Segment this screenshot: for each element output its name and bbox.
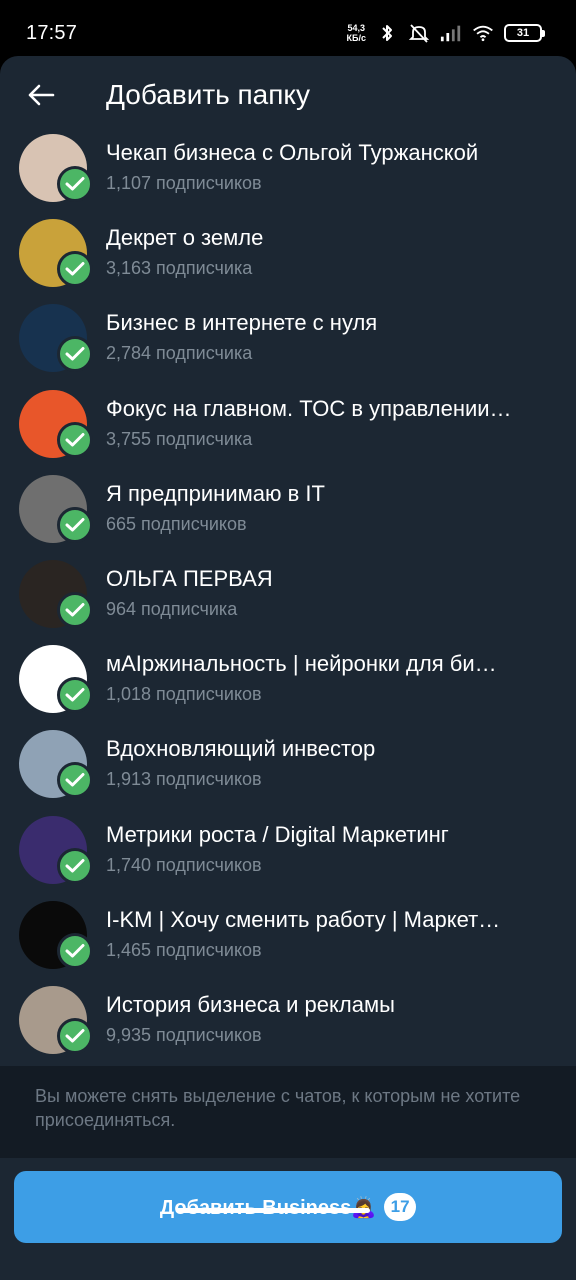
channel-row[interactable]: Вдохновляющий инвестор 1,913 подписчиков bbox=[0, 730, 576, 815]
channel-subscribers: 1,107 подписчиков bbox=[106, 173, 262, 193]
channel-subscribers: 1,913 подписчиков bbox=[106, 769, 262, 790]
checkmark-icon bbox=[57, 762, 93, 799]
checkmark-icon bbox=[57, 336, 93, 373]
channel-name: Фокус на главном. TOC в управлении… bbox=[106, 395, 512, 421]
channel-name: ОЛЬГА ПЕРВАЯ bbox=[106, 565, 273, 591]
back-button[interactable] bbox=[20, 74, 62, 116]
channel-name: Чекап бизнеса с Ольгой Туржанской bbox=[106, 140, 479, 165]
wifi-icon bbox=[472, 22, 494, 44]
channel-row[interactable]: Метрики роста / Digital Маркетинг 1,740 п… bbox=[0, 815, 576, 901]
checkmark-icon bbox=[57, 251, 93, 288]
header: Добавить папку bbox=[0, 56, 576, 134]
checkmark-icon bbox=[57, 166, 93, 202]
channel-subscribers: 665 подписчиков bbox=[106, 513, 247, 534]
page-title: Добавить папку bbox=[106, 79, 310, 110]
add-folder-button[interactable]: Добавить Business🙇‍♀️ 17 bbox=[14, 1171, 562, 1243]
checkmark-icon bbox=[57, 677, 93, 714]
channel-row[interactable]: История бизнеса и рекламы 9,935 подписчик… bbox=[0, 985, 576, 1071]
channel-subscribers: 2,784 подписчика bbox=[106, 343, 253, 364]
checkmark-icon bbox=[57, 591, 93, 628]
network-speed-unit: КБ/с bbox=[346, 33, 366, 43]
channel-subscribers: 3,163 подписчика bbox=[106, 258, 253, 279]
checkmark-icon bbox=[57, 506, 93, 543]
arrow-left-icon bbox=[28, 84, 55, 106]
signal-icon bbox=[440, 22, 462, 44]
mute-icon bbox=[408, 22, 430, 44]
hint-text: Вы можете снять выделение с чатов, к кот… bbox=[35, 1086, 521, 1130]
channel-row[interactable]: Фокус на главном. TOC в управлении… 3,755… bbox=[0, 389, 576, 475]
bottom-bar: Добавить Business🙇‍♀️ 17 bbox=[0, 1158, 576, 1280]
selected-count-badge: 17 bbox=[384, 1193, 417, 1221]
checkmark-icon bbox=[57, 421, 93, 458]
channel-row[interactable]: ОЛЬГА ПЕРВАЯ 964 подписчика bbox=[0, 559, 576, 645]
channel-row[interactable]: I-KM | Хочу сменить работу | Маркет… 1,46… bbox=[0, 900, 576, 986]
channel-name: мAIржинальность | нейронки для би… bbox=[106, 651, 497, 677]
checkmark-icon bbox=[57, 1017, 93, 1054]
bluetooth-icon bbox=[376, 22, 398, 44]
home-indicator[interactable] bbox=[176, 1208, 370, 1213]
channel-row[interactable]: Чекап бизнеса с Ольгой Туржанской 1,107 п… bbox=[0, 134, 576, 219]
channel-name: Бизнес в интернете с нуля bbox=[106, 310, 378, 336]
channel-name: История бизнеса и рекламы bbox=[106, 991, 395, 1017]
status-bar: 17:57 54,3 КБ/с 31 bbox=[0, 0, 576, 56]
status-time: 17:57 bbox=[26, 22, 78, 44]
channel-row[interactable]: Я предпринимаю в IT 665 подписчиков bbox=[0, 474, 576, 560]
battery-icon: 31 bbox=[504, 24, 545, 42]
channel-subscribers: 3,755 подписчика bbox=[106, 428, 253, 449]
add-folder-sheet: Добавить папку Чекап бизнеса с Ольгой Ту… bbox=[0, 56, 576, 1280]
hint-area: Вы можете снять выделение с чатов, к кот… bbox=[0, 1066, 576, 1158]
channel-row[interactable]: мAIржинальность | нейронки для би… 1,018 … bbox=[0, 645, 576, 730]
channel-subscribers: 1,465 подписчиков bbox=[106, 939, 262, 960]
channel-row[interactable]: Декрет о земле 3,163 подписчика bbox=[0, 219, 576, 304]
channel-name: Я предпринимаю в IT bbox=[106, 480, 325, 506]
checkmark-icon bbox=[57, 847, 93, 884]
channel-subscribers: 9,935 подписчиков bbox=[106, 1024, 262, 1045]
channel-subscribers: 1,740 подписчиков bbox=[106, 854, 262, 875]
network-speed: 54,3 КБ/с bbox=[347, 23, 366, 43]
channel-subscribers: 964 подписчика bbox=[106, 598, 238, 619]
network-speed-value: 54,3 bbox=[347, 23, 366, 33]
status-icons: 54,3 КБ/с 31 bbox=[347, 20, 545, 46]
channel-name: Декрет о земле bbox=[106, 225, 264, 251]
channel-name: Вдохновляющий инвестор bbox=[106, 736, 376, 762]
channel-name: Метрики роста / Digital Маркетинг bbox=[106, 821, 449, 847]
channel-subscribers: 1,018 подписчиков bbox=[106, 684, 262, 705]
add-folder-button-label: Добавить Business🙇‍♀️ bbox=[160, 1195, 376, 1220]
checkmark-icon bbox=[57, 932, 93, 969]
channel-row[interactable]: Бизнес в интернете с нуля 2,784 подписчик… bbox=[0, 304, 576, 389]
channel-name: I-KM | Хочу сменить работу | Маркет… bbox=[106, 906, 501, 932]
channel-list: Чекап бизнеса с Ольгой Туржанской 1,107 п… bbox=[0, 134, 576, 1071]
